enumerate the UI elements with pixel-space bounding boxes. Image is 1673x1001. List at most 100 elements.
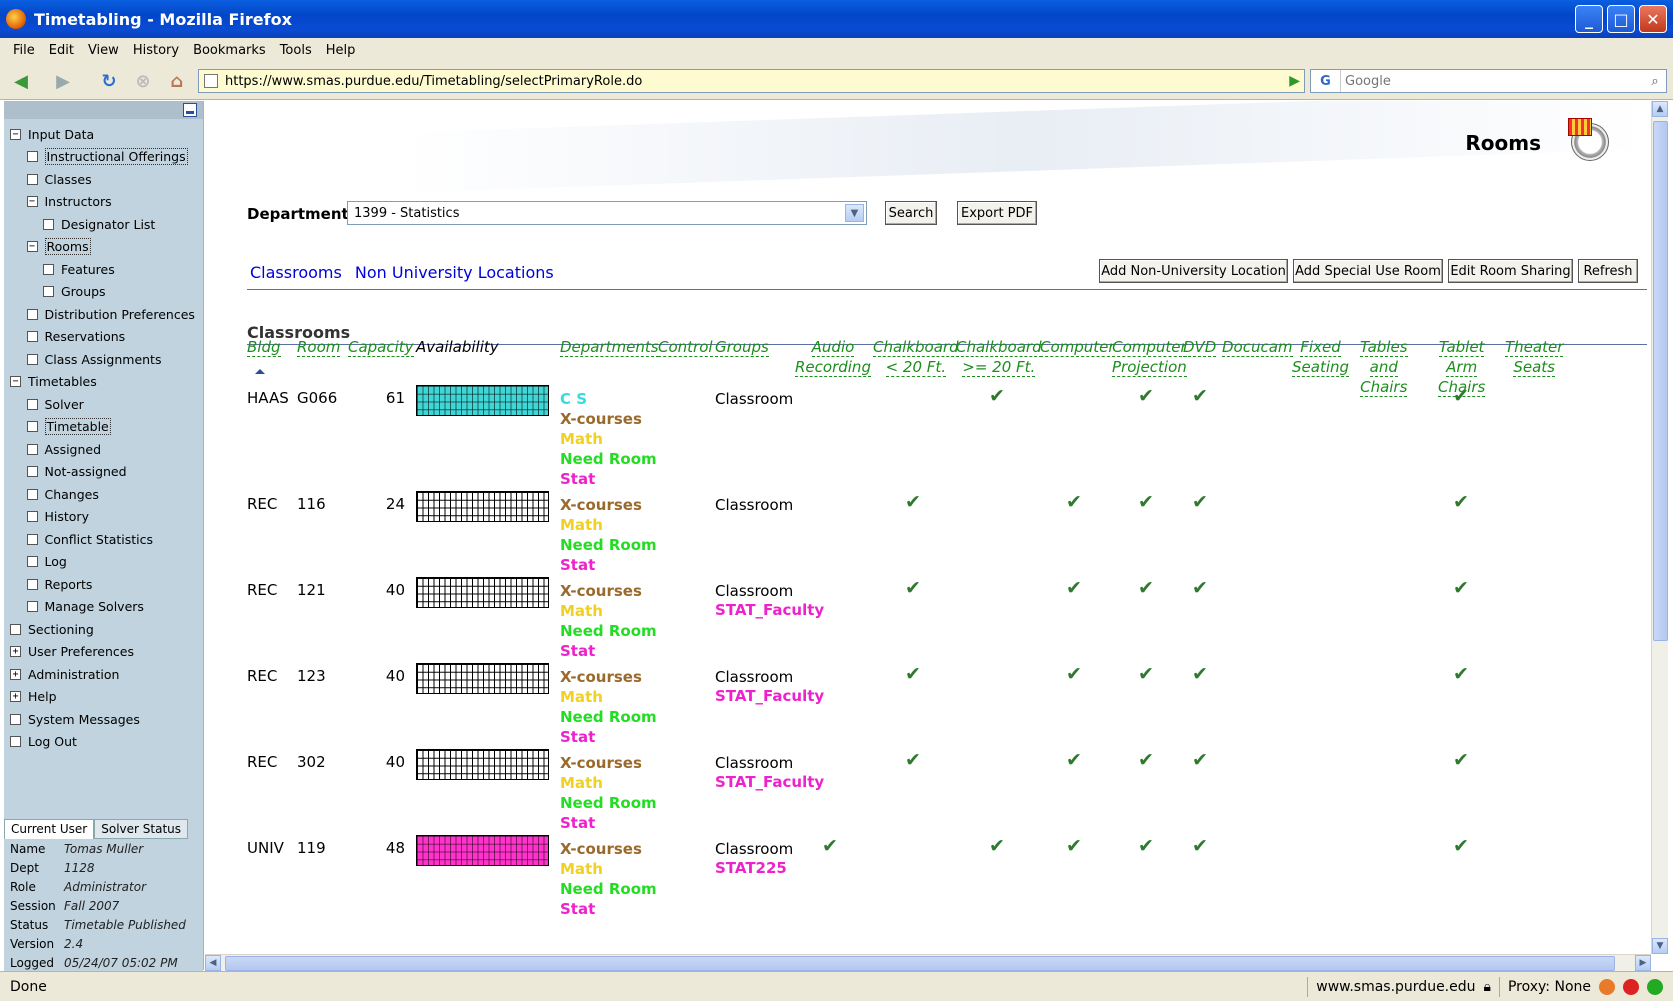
close-button[interactable]: ✕ [1639,5,1667,33]
cell-room[interactable]: 123 [297,667,326,685]
col-feature-chalkboard-20-ft-[interactable]: Chalkboard < 20 Ft. [873,337,959,377]
error-icon[interactable] [1623,978,1639,995]
col-feature-audio-recording[interactable]: Audio Recording [795,337,871,377]
cell-room[interactable]: 121 [297,581,326,599]
search-input[interactable] [1341,73,1644,89]
cell-room[interactable]: 302 [297,753,326,771]
leaf-icon[interactable] [26,173,38,185]
department-select[interactable]: 1399 - Statistics ▼ [347,201,867,225]
minimize-button[interactable]: _ [1575,5,1603,33]
tab-current-user[interactable]: Current User [4,819,95,839]
leaf-icon[interactable] [26,308,38,320]
leaf-icon[interactable] [10,623,21,635]
cell-room[interactable]: 116 [297,495,326,513]
col-feature-computer-projection[interactable]: Computer Projection [1112,337,1187,377]
cell-bldg[interactable]: REC [247,753,277,771]
sidebar-item-administration[interactable]: + Administration [4,663,203,686]
add-special-use-room-button[interactable]: Add Special Use Room [1293,259,1443,283]
leaf-icon[interactable] [26,443,38,455]
col-control[interactable]: Control [658,337,713,357]
col-feature-docucam[interactable]: Docucam [1222,337,1293,357]
leaf-icon[interactable] [26,398,38,410]
vertical-scrollbar[interactable]: ▲ ▼ [1651,101,1668,954]
collapse-icon[interactable]: − [10,128,21,140]
edit-room-sharing-button[interactable]: Edit Room Sharing [1448,259,1573,283]
sidebar-item-help[interactable]: + Help [4,686,203,709]
url-bar[interactable]: https://www.smas.purdue.edu/Timetabling/… [198,69,1305,93]
collapse-icon[interactable]: − [10,376,21,388]
collapse-icon[interactable]: − [26,241,38,253]
add-non-university-location-button[interactable]: Add Non-University Location [1099,259,1288,283]
horizontal-scrollbar[interactable]: ◀ ▶ [205,954,1651,971]
sidebar-item-log[interactable]: Log [4,551,203,574]
forward-arrow-icon[interactable]: ▶ [50,68,76,94]
col-bldg[interactable]: Bldg [247,337,281,357]
col-feature-fixed-seating[interactable]: Fixed Seating [1292,337,1350,377]
col-feature-theater-seats[interactable]: Theater Seats [1505,337,1564,377]
google-icon[interactable]: G [1311,70,1341,92]
cell-room[interactable]: 119 [297,839,326,857]
expand-icon[interactable]: + [10,691,21,703]
tab-classrooms[interactable]: Classrooms [250,263,342,282]
availability-grid[interactable] [416,835,549,866]
sidebar-item-instructional-offerings[interactable]: Instructional Offerings [4,146,203,169]
sidebar-item-class-assignments[interactable]: Class Assignments [4,348,203,371]
leaf-icon[interactable] [26,488,38,500]
cell-bldg[interactable]: REC [247,495,277,513]
leaf-icon[interactable] [10,713,21,725]
leaf-icon[interactable] [26,421,38,433]
search-icon[interactable]: ⌕ [1644,74,1666,89]
maximize-button[interactable]: □ [1607,5,1635,33]
availability-grid[interactable] [416,663,549,694]
sidebar-item-rooms[interactable]: − Rooms [4,236,203,259]
menu-help[interactable]: Help [319,43,363,58]
col-feature-chalkboard-20-ft-[interactable]: Chalkboard >= 20 Ft. [956,337,1042,377]
leaf-icon[interactable] [26,331,38,343]
leaf-icon[interactable] [26,511,38,523]
home-icon[interactable]: ⌂ [164,68,190,94]
refresh-button[interactable]: Refresh [1578,259,1638,283]
chevron-down-icon[interactable]: ▼ [845,204,864,222]
scroll-right-icon[interactable]: ▶ [1635,955,1651,971]
leaf-icon[interactable] [43,218,54,230]
sidebar-item-classes[interactable]: Classes [4,168,203,191]
scroll-left-icon[interactable]: ◀ [205,955,221,971]
col-capacity[interactable]: Capacity [348,337,414,357]
cell-room[interactable]: G066 [297,389,337,407]
sidebar-item-distribution-preferences[interactable]: Distribution Preferences [4,303,203,326]
sidebar-item-system-messages[interactable]: System Messages [4,708,203,731]
horizontal-scroll-thumb[interactable] [225,956,1615,971]
menu-bookmarks[interactable]: Bookmarks [186,43,273,58]
availability-grid[interactable] [416,749,549,780]
stop-icon[interactable]: ⊗ [130,68,156,94]
leaf-icon[interactable] [26,151,38,163]
collapse-icon[interactable]: − [26,196,38,208]
leaf-icon[interactable] [43,263,54,275]
sidebar-item-conflict-statistics[interactable]: Conflict Statistics [4,528,203,551]
go-icon[interactable]: ▶ [1289,73,1300,89]
col-feature-tables-and-chairs[interactable]: Tables and Chairs [1360,337,1408,397]
sidebar-item-groups[interactable]: Groups [4,281,203,304]
cell-bldg[interactable]: UNIV [247,839,284,857]
ok-icon[interactable] [1647,978,1663,995]
sidebar-item-manage-solvers[interactable]: Manage Solvers [4,596,203,619]
leaf-icon[interactable] [26,578,38,590]
menu-tools[interactable]: Tools [273,43,319,58]
sidebar-item-changes[interactable]: Changes [4,483,203,506]
col-groups[interactable]: Groups [715,337,769,357]
proxy-status[interactable]: Proxy: None [1508,979,1591,995]
availability-grid[interactable] [416,577,549,608]
col-feature-dvd[interactable]: DVD [1183,337,1217,357]
sidebar-item-log-out[interactable]: Log Out [4,731,203,754]
export-pdf-button[interactable]: Export PDF [957,201,1037,225]
scroll-up-icon[interactable]: ▲ [1652,101,1668,117]
sidebar-item-solver[interactable]: Solver [4,393,203,416]
leaf-icon[interactable] [26,533,38,545]
leaf-icon[interactable] [10,736,21,748]
sidebar-item-history[interactable]: History [4,506,203,529]
menu-view[interactable]: View [81,43,126,58]
col-room[interactable]: Room [297,337,341,357]
cell-bldg[interactable]: REC [247,667,277,685]
leaf-icon[interactable] [26,353,38,365]
sidebar-item-timetable[interactable]: Timetable [4,416,203,439]
